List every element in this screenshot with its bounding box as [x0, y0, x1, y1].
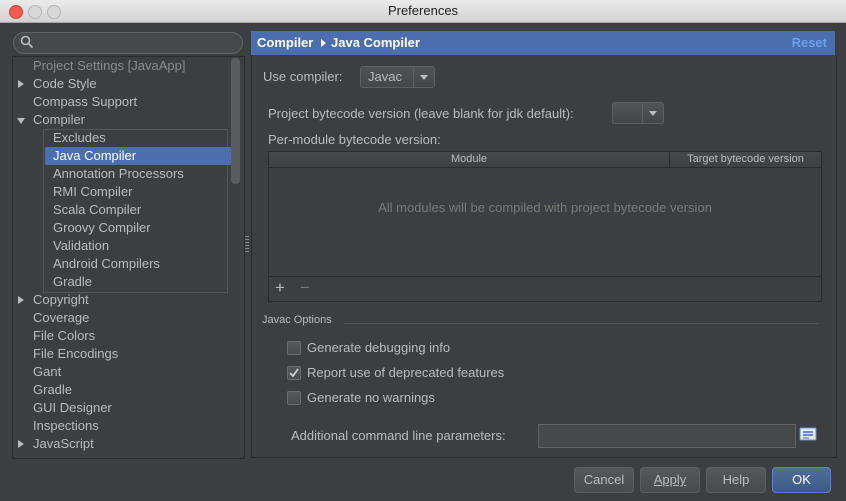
no-warnings-label[interactable]: Generate no warnings — [307, 390, 435, 405]
tree-item-scala-compiler[interactable]: Scala Compiler — [45, 201, 147, 219]
tree-item-gradle[interactable]: Gradle — [45, 273, 98, 291]
chevron-down-icon[interactable] — [17, 118, 25, 124]
additional-params-label: Additional command line parameters: — [291, 428, 506, 443]
deprecated-features-checkbox[interactable] — [287, 366, 301, 380]
tree-item-gant[interactable]: Gant — [25, 363, 67, 381]
expand-text-icon[interactable] — [799, 425, 817, 443]
section-divider — [344, 323, 818, 324]
chevron-down-icon — [413, 67, 434, 87]
deprecated-features-label[interactable]: Report use of deprecated features — [307, 365, 504, 380]
tree-item-annotation-processors[interactable]: Annotation Processors — [45, 165, 190, 183]
debugging-info-label[interactable]: Generate debugging info — [307, 340, 450, 355]
chevron-right-icon[interactable] — [18, 296, 24, 304]
use-compiler-label: Use compiler: — [263, 69, 343, 84]
column-header-target[interactable]: Target bytecode version — [670, 152, 821, 168]
tree-item-groovy-compiler[interactable]: Groovy Compiler — [45, 219, 157, 237]
chevron-down-icon — [642, 103, 663, 123]
use-compiler-select[interactable]: Javac — [360, 66, 435, 88]
column-header-module[interactable]: Module — [269, 152, 670, 168]
breadcrumb: Compiler Java Compiler Reset — [251, 31, 835, 55]
bytecode-version-select[interactable] — [612, 102, 664, 124]
settings-tree: Project Settings [JavaApp] Code Style Com… — [12, 56, 245, 459]
additional-params-input[interactable] — [538, 424, 796, 448]
title-bar: Preferences — [0, 0, 846, 23]
table-toolbar: + − — [269, 276, 821, 301]
tree-item-android-compilers[interactable]: Android Compilers — [45, 255, 166, 273]
search-icon — [20, 35, 34, 49]
tree-item-compiler[interactable]: Compiler — [25, 111, 91, 129]
tree-item-gradle[interactable]: Gradle — [25, 381, 78, 399]
tree-item-rmi-compiler[interactable]: RMI Compiler — [45, 183, 138, 201]
cancel-button[interactable]: Cancel — [574, 467, 634, 493]
settings-search-input[interactable] — [13, 32, 243, 54]
tree-item-code-style[interactable]: Code Style — [25, 75, 103, 93]
tree-item-java-compiler[interactable]: Java Compiler — [45, 147, 234, 165]
no-warnings-checkbox[interactable] — [287, 391, 301, 405]
window-title: Preferences — [387, 3, 459, 18]
breadcrumb-java-compiler: Java Compiler — [331, 35, 420, 50]
apply-button[interactable]: Apply — [640, 467, 700, 493]
use-compiler-value: Javac — [368, 69, 402, 84]
ok-button[interactable]: OK — [772, 467, 831, 493]
panel-splitter[interactable] — [245, 236, 249, 252]
tree-item-compass-support[interactable]: Compass Support — [25, 93, 143, 111]
debugging-info-checkbox[interactable] — [287, 341, 301, 355]
tree-item-file-colors[interactable]: File Colors — [25, 327, 101, 345]
reset-link[interactable]: Reset — [792, 35, 827, 50]
tree-item-copyright[interactable]: Copyright — [25, 291, 95, 309]
tree-item-file-encodings[interactable]: File Encodings — [25, 345, 124, 363]
breadcrumb-compiler[interactable]: Compiler — [257, 35, 313, 50]
tree-item-excludes[interactable]: Excludes — [45, 129, 112, 147]
remove-module-button[interactable]: − — [300, 278, 310, 298]
tree-item-validation[interactable]: Validation — [45, 237, 115, 255]
tree-item-javascript[interactable]: JavaScript — [25, 435, 100, 453]
empty-table-text: All modules will be compiled with projec… — [378, 200, 712, 215]
tree-item-coverage[interactable]: Coverage — [25, 309, 95, 327]
javac-options-section-title: Javac Options — [262, 314, 332, 326]
preferences-window: Preferences Project Settings [JavaApp] C… — [0, 0, 846, 501]
add-module-button[interactable]: + — [275, 278, 285, 298]
chevron-right-icon[interactable] — [18, 80, 24, 88]
per-module-label: Per-module bytecode version: — [268, 132, 441, 147]
per-module-table[interactable]: Module Target bytecode version All modul… — [268, 151, 822, 302]
chevron-right-icon[interactable] — [18, 440, 24, 448]
tree-item-gui-designer[interactable]: GUI Designer — [25, 399, 118, 417]
checkmark-icon — [289, 368, 299, 378]
help-button[interactable]: Help — [706, 467, 766, 493]
tree-item-inspections[interactable]: Inspections — [25, 417, 105, 435]
chevron-right-icon — [321, 39, 326, 47]
tree-scrollbar[interactable] — [231, 58, 240, 184]
tree-section-label: Project Settings [JavaApp] — [33, 58, 186, 73]
bytecode-version-label: Project bytecode version (leave blank fo… — [268, 106, 574, 121]
